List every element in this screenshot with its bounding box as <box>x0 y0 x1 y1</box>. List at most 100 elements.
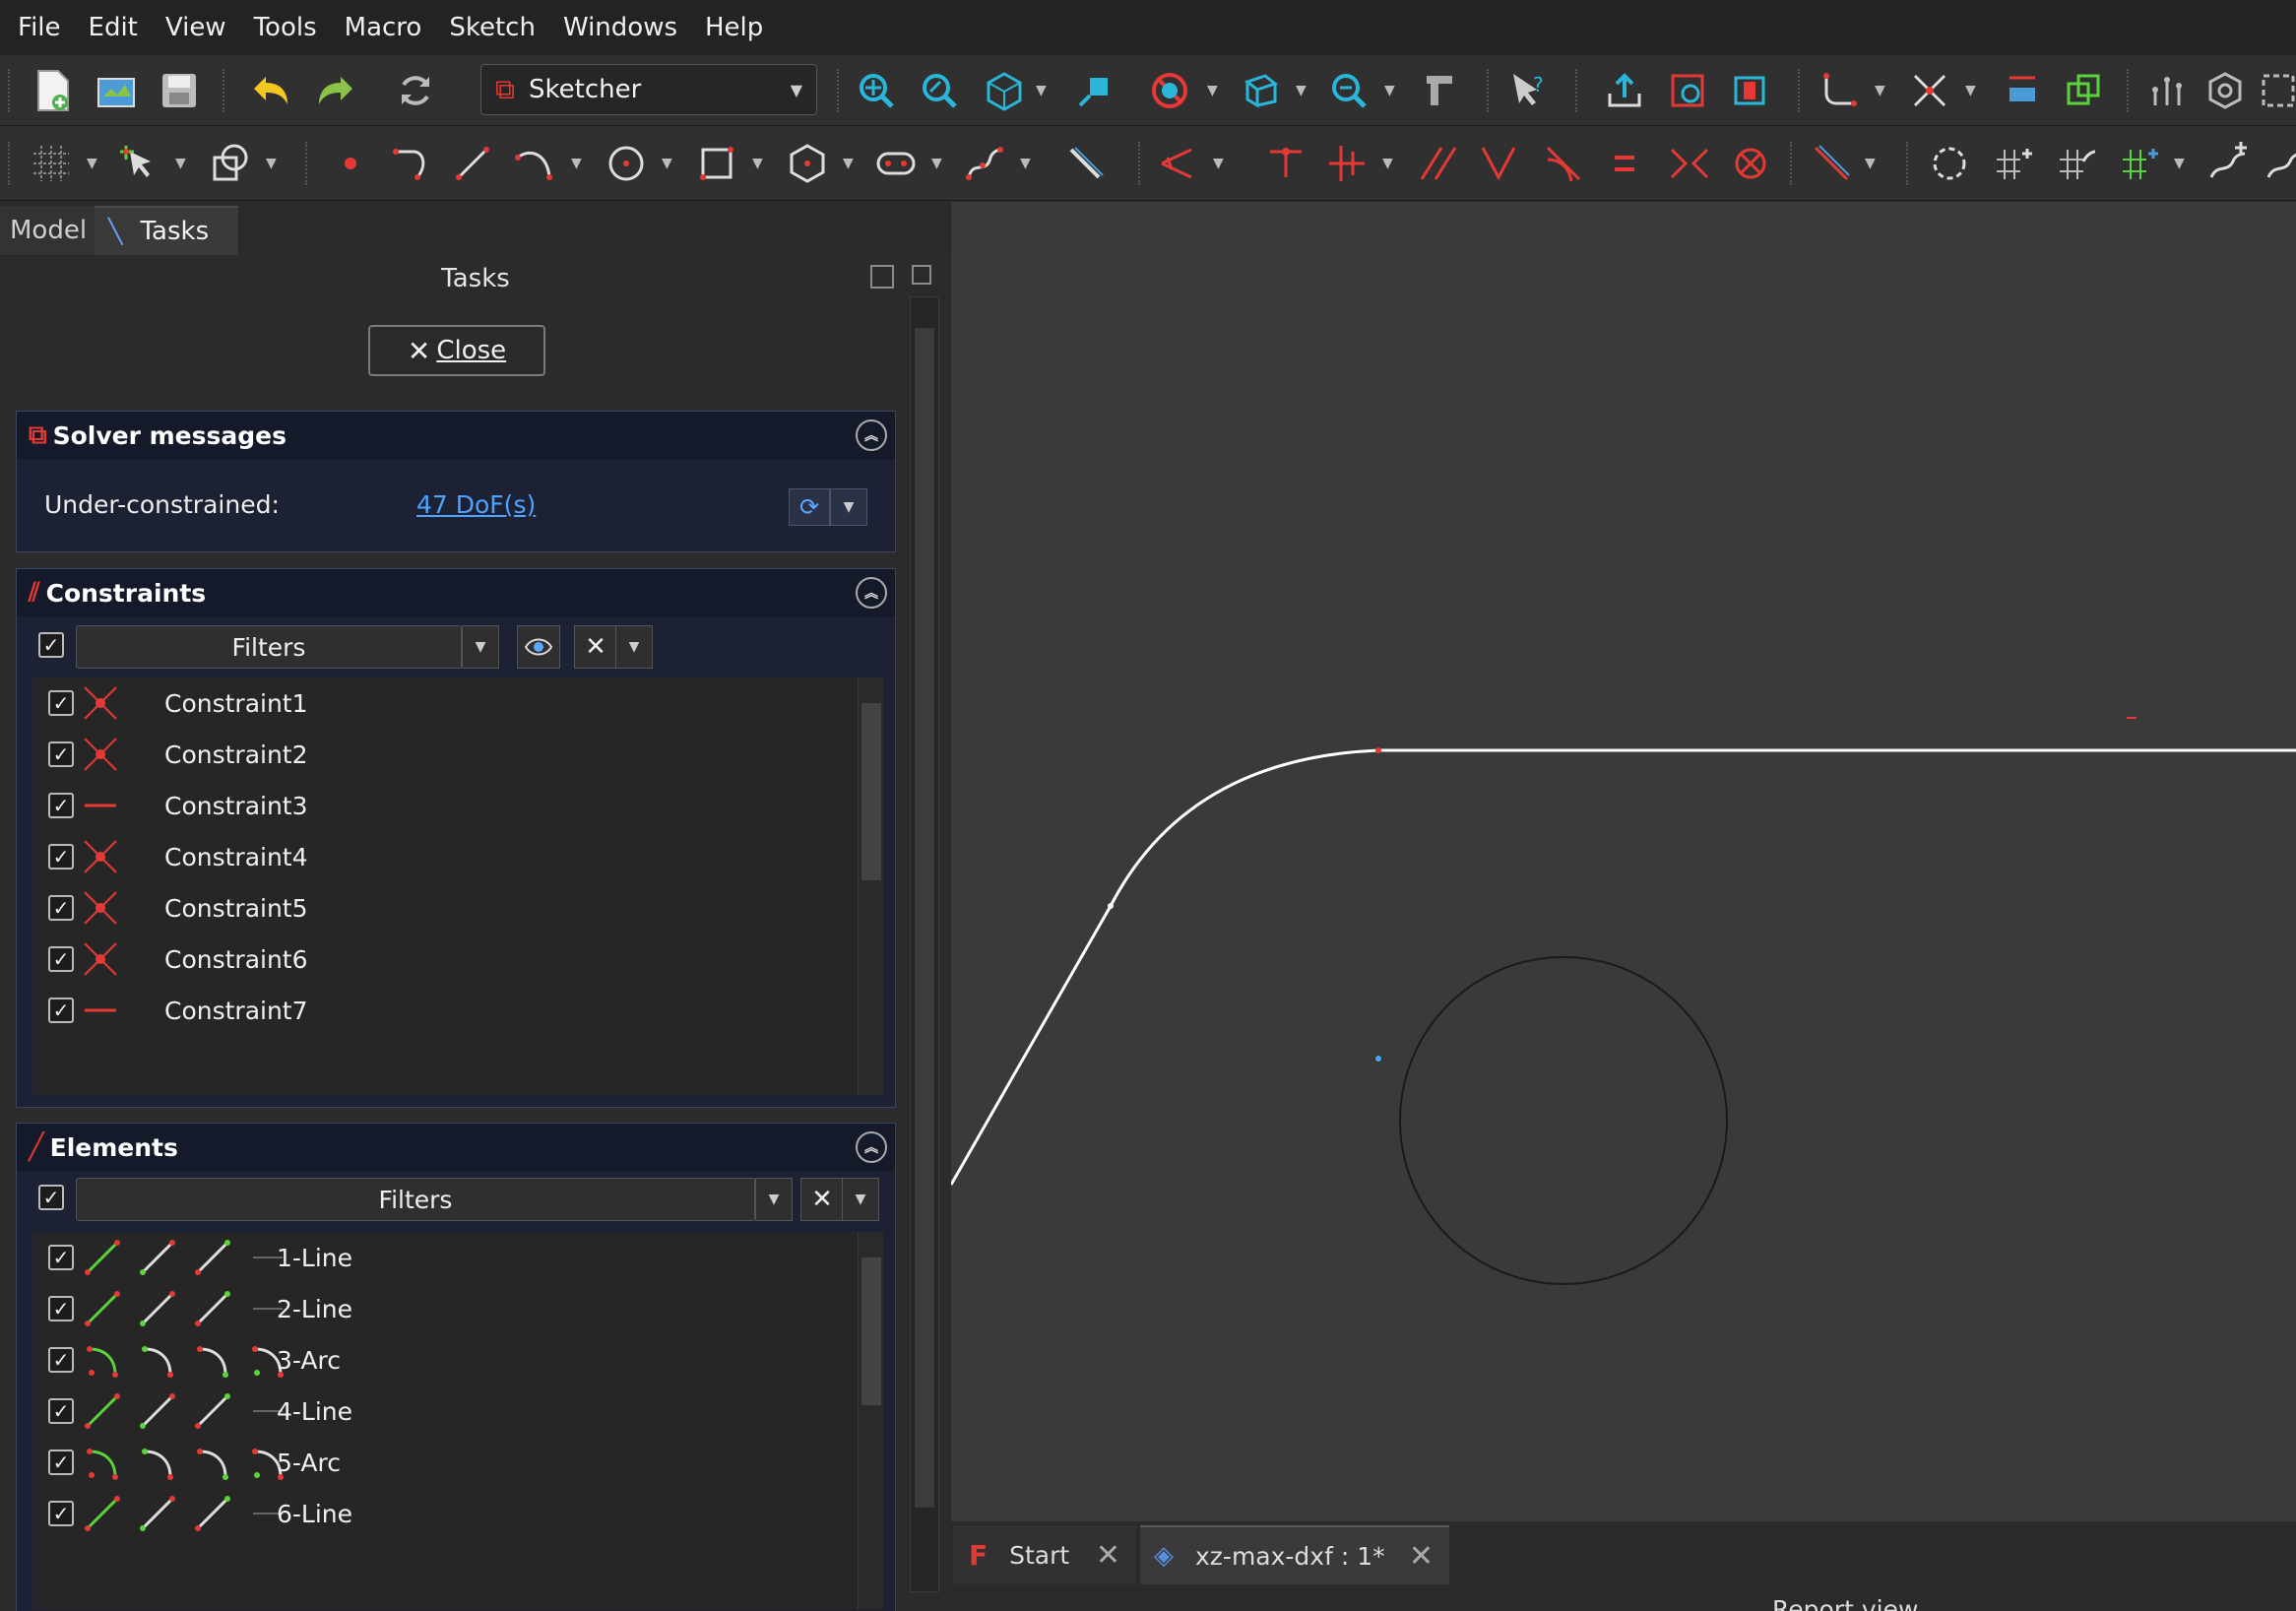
menu-windows[interactable]: Windows <box>563 13 677 42</box>
sketch-constrain-array-icon[interactable] <box>2119 142 2162 185</box>
block-constraint-icon[interactable] <box>1729 142 1772 185</box>
start-point-icon[interactable] <box>137 1390 178 1432</box>
construction-point[interactable] <box>1375 1056 1381 1062</box>
menu-help[interactable]: Help <box>705 13 763 42</box>
trim-icon[interactable] <box>1908 69 1951 112</box>
tangent-constraint-icon[interactable] <box>1542 142 1585 185</box>
start-point-icon[interactable] <box>137 1442 178 1483</box>
measure-icon[interactable] <box>1418 69 1461 112</box>
fillet-icon[interactable] <box>1818 69 1861 112</box>
menu-edit[interactable]: Edit <box>89 13 138 42</box>
tab-tasks[interactable]: ╲ Tasks <box>95 206 238 255</box>
constraint-checkbox[interactable]: ✓ <box>48 793 74 818</box>
end-point-icon[interactable] <box>192 1288 233 1329</box>
polyline-icon[interactable] <box>390 142 433 185</box>
slot-icon[interactable] <box>874 142 918 185</box>
sketch-profile-curve[interactable] <box>949 748 2296 1186</box>
coincident-constraint-icon[interactable] <box>1264 142 1307 185</box>
chevron-down-icon[interactable]: ▼ <box>662 156 672 171</box>
leave-sketch-icon[interactable] <box>1603 69 1646 112</box>
fit-selection-icon[interactable] <box>918 69 961 112</box>
zoom-icon[interactable] <box>1327 69 1371 112</box>
collapse-icon[interactable]: ︽ <box>856 1131 887 1163</box>
view-section-icon[interactable] <box>1729 69 1772 112</box>
elements-list-scrollbar[interactable] <box>858 1232 883 1610</box>
menu-macro[interactable]: Macro <box>345 13 422 42</box>
chevron-down-icon[interactable]: ▼ <box>1020 156 1031 171</box>
restore-panel-icon[interactable] <box>912 265 931 285</box>
chevron-down-icon[interactable]: ▼ <box>1965 83 1976 98</box>
constraint-checkbox[interactable]: ✓ <box>48 844 74 870</box>
end-point-icon[interactable] <box>192 1390 233 1432</box>
constraint-row[interactable]: ✓ Constraint7 <box>32 985 850 1036</box>
edge-icon[interactable] <box>82 1442 123 1483</box>
collapse-icon[interactable]: ︽ <box>856 577 887 609</box>
eye-icon[interactable] <box>517 625 560 669</box>
close-icon[interactable]: ✕ <box>1096 1538 1120 1573</box>
element-row[interactable]: ✓ 4-Line <box>32 1385 850 1437</box>
snap-icon[interactable] <box>2257 69 2296 112</box>
constraint-row[interactable]: ✓ Constraint5 <box>32 882 850 934</box>
close-icon[interactable]: ✕ <box>1409 1539 1434 1574</box>
start-point-icon[interactable] <box>137 1339 178 1381</box>
bounding-box-icon[interactable] <box>1148 69 1191 112</box>
chevron-down-icon[interactable]: ▼ <box>1296 83 1307 98</box>
tab-model[interactable]: Model <box>0 206 95 255</box>
constraint-row[interactable]: ✓ Constraint6 <box>32 934 850 985</box>
select-conflicting-icon[interactable] <box>1928 142 1971 185</box>
end-point-icon[interactable] <box>192 1237 233 1278</box>
view-sketch-icon[interactable] <box>1666 69 1709 112</box>
start-point-icon[interactable] <box>137 1493 178 1534</box>
settings-tools-icon[interactable]: ✕ <box>574 625 617 669</box>
chevron-down-icon[interactable]: ▼ <box>1865 156 1876 171</box>
toggle-driving-icon[interactable] <box>1810 142 1853 185</box>
rectangle-icon[interactable] <box>695 142 738 185</box>
element-checkbox[interactable]: ✓ <box>48 1347 74 1373</box>
sketch-viewport[interactable] <box>949 202 2296 1521</box>
element-checkbox[interactable]: ✓ <box>48 1501 74 1526</box>
start-point-icon[interactable] <box>137 1237 178 1278</box>
constraint-checkbox[interactable]: ✓ <box>48 741 74 767</box>
dof-link[interactable]: 47 DoF(s) <box>416 490 536 519</box>
rectangular-array-icon[interactable] <box>1993 142 2036 185</box>
edge-icon[interactable] <box>82 1390 123 1432</box>
element-row[interactable]: ✓ 1-Line <box>32 1232 850 1283</box>
chevron-down-icon[interactable]: ▼ <box>266 156 277 171</box>
scrollbar-thumb[interactable] <box>861 703 881 880</box>
element-checkbox[interactable]: ✓ <box>48 1398 74 1424</box>
external-geometry-icon[interactable] <box>2001 69 2044 112</box>
collapse-icon[interactable]: ︽ <box>856 419 887 451</box>
dimension-icon[interactable] <box>1158 142 1201 185</box>
close-button[interactable]: ✕ Close <box>368 325 545 376</box>
elements-list[interactable]: ✓ 1-Line ✓ 2-Line ✓ 3-Arc ✓ 4-Line ✓ 5-Arc ✓ 6-Line <box>32 1232 883 1610</box>
elements-select-all-checkbox[interactable]: ✓ <box>38 1185 64 1210</box>
auto-update-icon[interactable]: ⟳ <box>789 488 830 526</box>
constraints-filter-dropdown[interactable]: Filters <box>76 625 462 669</box>
point-on-object-icon[interactable] <box>1325 142 1369 185</box>
solver-messages-header[interactable]: ⧉ Solver messages ︽ <box>17 412 895 459</box>
tab-document[interactable]: ◈ xz-max-dxf : 1* ✕ <box>1140 1525 1449 1584</box>
view-isometric-icon[interactable] <box>983 69 1026 112</box>
float-panel-icon[interactable] <box>870 265 894 289</box>
constraints-list[interactable]: ✓ Constraint1 ✓ Constraint2 ✓ Constraint3 ✓ Con… <box>32 677 883 1095</box>
elements-filter-dropdown[interactable]: Filters <box>76 1178 755 1221</box>
fit-all-icon[interactable] <box>855 69 898 112</box>
chevron-down-icon[interactable]: ▼ <box>1382 156 1393 171</box>
constraint-row[interactable]: ✓ Constraint3 <box>32 780 850 831</box>
chevron-down-icon[interactable]: ▼ <box>175 156 186 171</box>
constraint-checkbox[interactable]: ✓ <box>48 690 74 716</box>
circle-icon[interactable] <box>605 142 648 185</box>
parallel-constraint-icon[interactable] <box>1418 142 1461 185</box>
chevron-down-icon[interactable]: ▼ <box>752 156 763 171</box>
edge-icon[interactable] <box>82 1288 123 1329</box>
chevron-down-icon[interactable]: ▼ <box>1036 83 1047 98</box>
sketch-circle[interactable] <box>1399 956 1728 1285</box>
new-document-icon[interactable] <box>32 69 75 112</box>
sketch-canvas[interactable] <box>949 202 2296 1521</box>
carbon-copy-icon[interactable] <box>2062 69 2105 112</box>
polygon-icon[interactable] <box>786 142 829 185</box>
element-checkbox[interactable]: ✓ <box>48 1245 74 1270</box>
draw-style-icon[interactable] <box>1073 69 1116 112</box>
grid-icon[interactable] <box>30 142 73 185</box>
redo-icon[interactable] <box>313 69 356 112</box>
